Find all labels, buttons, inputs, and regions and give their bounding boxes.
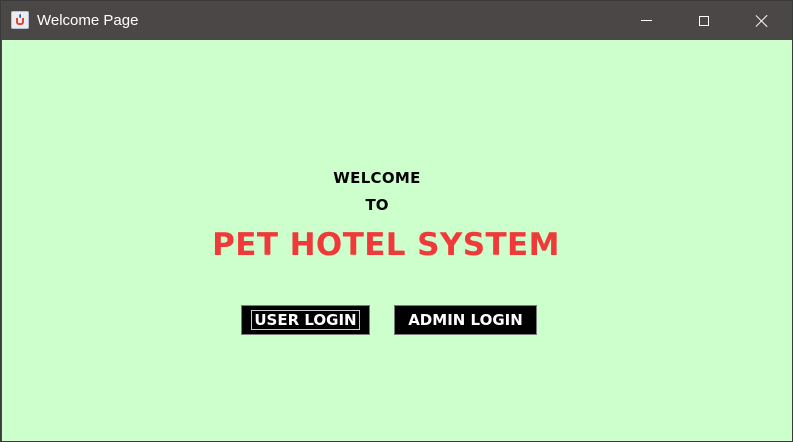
window-title: Welcome Page: [37, 12, 139, 29]
maximize-button[interactable]: [681, 1, 727, 40]
user-login-button[interactable]: USER LOGIN: [241, 305, 370, 335]
welcome-panel: WELCOME TO PET HOTEL SYSTEM USER LOGIN A…: [2, 40, 792, 441]
minimize-icon: [640, 20, 652, 21]
admin-login-button[interactable]: ADMIN LOGIN: [394, 305, 537, 335]
user-login-label: USER LOGIN: [251, 310, 360, 330]
title-bar[interactable]: Welcome Page: [1, 1, 792, 40]
maximize-icon: [699, 15, 709, 26]
admin-login-label: ADMIN LOGIN: [408, 311, 523, 329]
java-cup-icon: [11, 11, 29, 29]
system-title: PET HOTEL SYSTEM: [212, 227, 560, 263]
minimize-button[interactable]: [623, 1, 669, 40]
welcome-label: WELCOME: [333, 169, 421, 187]
app-window: Welcome Page WELCOME TO PET HOTEL SYSTEM…: [0, 0, 793, 442]
to-label: TO: [365, 196, 389, 214]
close-button[interactable]: [739, 1, 785, 40]
close-icon: [755, 14, 769, 28]
